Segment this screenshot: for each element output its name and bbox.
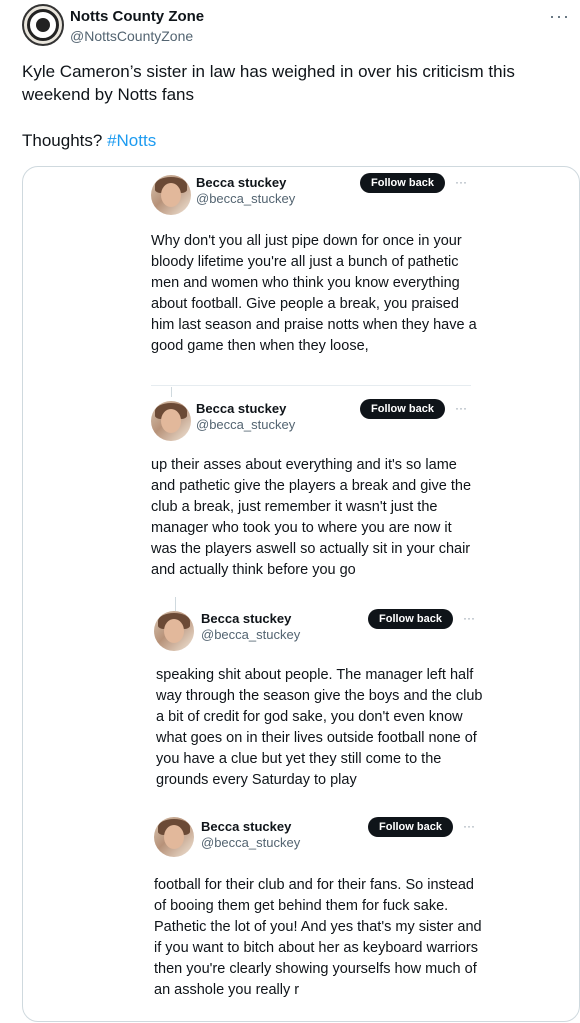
avatar [154, 611, 194, 651]
embedded-post-2: Becca stuckey @becca_stuckey Follow back… [23, 393, 579, 583]
crest-center [36, 18, 50, 32]
embedded-post-1: Becca stuckey @becca_stuckey Follow back… [23, 167, 579, 397]
embedded-post-4: Becca stuckey @becca_stuckey Follow back… [23, 811, 579, 1021]
more-horizontal-icon: ··· [463, 611, 475, 625]
post-handle: @becca_stuckey [196, 417, 296, 432]
post-name: Becca stuckey [196, 175, 287, 190]
follow-back-button: Follow back [368, 609, 453, 629]
post-name: Becca stuckey [201, 819, 292, 834]
avatar [151, 175, 191, 215]
media-image[interactable]: Becca stuckey @becca_stuckey Follow back… [22, 166, 580, 1022]
follow-back-button: Follow back [360, 173, 445, 193]
tweet-text-prefix: Thoughts? [22, 131, 108, 150]
post-body: football for their club and for their fa… [154, 877, 482, 998]
follow-back-button: Follow back [360, 399, 445, 419]
avatar [151, 401, 191, 441]
author-avatar[interactable] [22, 4, 64, 46]
divider [151, 385, 471, 386]
post-body: speaking shit about people. The manager … [156, 667, 483, 788]
post-body: up their asses about everything and it's… [151, 457, 472, 578]
more-horizontal-icon: ··· [455, 175, 467, 189]
post-name: Becca stuckey [201, 611, 292, 626]
post-body: Why don't you all just pipe down for onc… [151, 233, 477, 354]
follow-back-button: Follow back [368, 817, 453, 837]
post-handle: @becca_stuckey [201, 627, 301, 642]
tweet-text-line2: Thoughts? #Notts [22, 129, 542, 152]
author-handle[interactable]: @NottsCountyZone [70, 28, 193, 44]
post-handle: @becca_stuckey [201, 835, 301, 850]
hashtag-link[interactable]: #Notts [107, 131, 156, 150]
tweet-text: Kyle Cameron’s sister in law has weighed… [22, 60, 542, 175]
more-horizontal-icon: ··· [463, 819, 475, 833]
author-name[interactable]: Notts County Zone [70, 8, 204, 25]
more-horizontal-icon[interactable]: ··· [549, 6, 570, 27]
embedded-post-3: Becca stuckey @becca_stuckey Follow back… [23, 603, 579, 803]
post-name: Becca stuckey [196, 401, 287, 416]
tweet-text-line1: Kyle Cameron’s sister in law has weighed… [22, 62, 515, 104]
more-horizontal-icon: ··· [455, 401, 467, 415]
post-handle: @becca_stuckey [196, 191, 296, 206]
avatar [154, 817, 194, 857]
